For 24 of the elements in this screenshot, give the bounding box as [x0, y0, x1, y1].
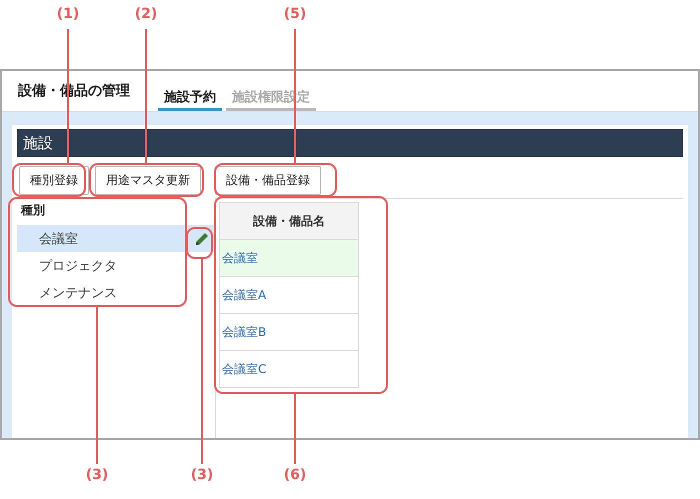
list-item[interactable]: プロジェクタ — [17, 252, 215, 279]
callout-label: (2) — [134, 6, 158, 22]
list-item-label: プロジェクタ — [39, 258, 117, 274]
toolbar-button[interactable]: 設備・備品登録 — [215, 166, 321, 195]
section-header: 施設 — [17, 129, 683, 157]
toolbar-button[interactable]: 種別登録 — [19, 166, 89, 195]
callout-label: (3) — [190, 467, 214, 483]
list-item[interactable]: 会議室 — [17, 225, 215, 252]
list-item-label: 会議室 — [39, 230, 78, 248]
leader-line — [294, 394, 296, 464]
toolbar-button[interactable]: 用途マスタ更新 — [95, 166, 201, 195]
callout-label: (6) — [282, 467, 308, 483]
callout-label: (5) — [282, 6, 308, 22]
list-item[interactable]: メンテナンス — [17, 279, 215, 306]
table-cell-link[interactable]: 会議室C — [220, 350, 358, 388]
column-header: 設備・備品名 — [220, 202, 358, 240]
pencil-icon[interactable] — [195, 232, 209, 246]
callout-label: (3) — [84, 467, 110, 483]
table-cell-link[interactable]: 会議室A — [220, 276, 358, 314]
table-cell-link[interactable]: 会議室B — [220, 314, 358, 350]
list-item-label: メンテナンス — [39, 284, 117, 302]
table-cell-link[interactable]: 会議室 — [220, 240, 358, 276]
list-heading: 種別 — [20, 202, 46, 219]
callout-label: (1) — [56, 6, 80, 22]
